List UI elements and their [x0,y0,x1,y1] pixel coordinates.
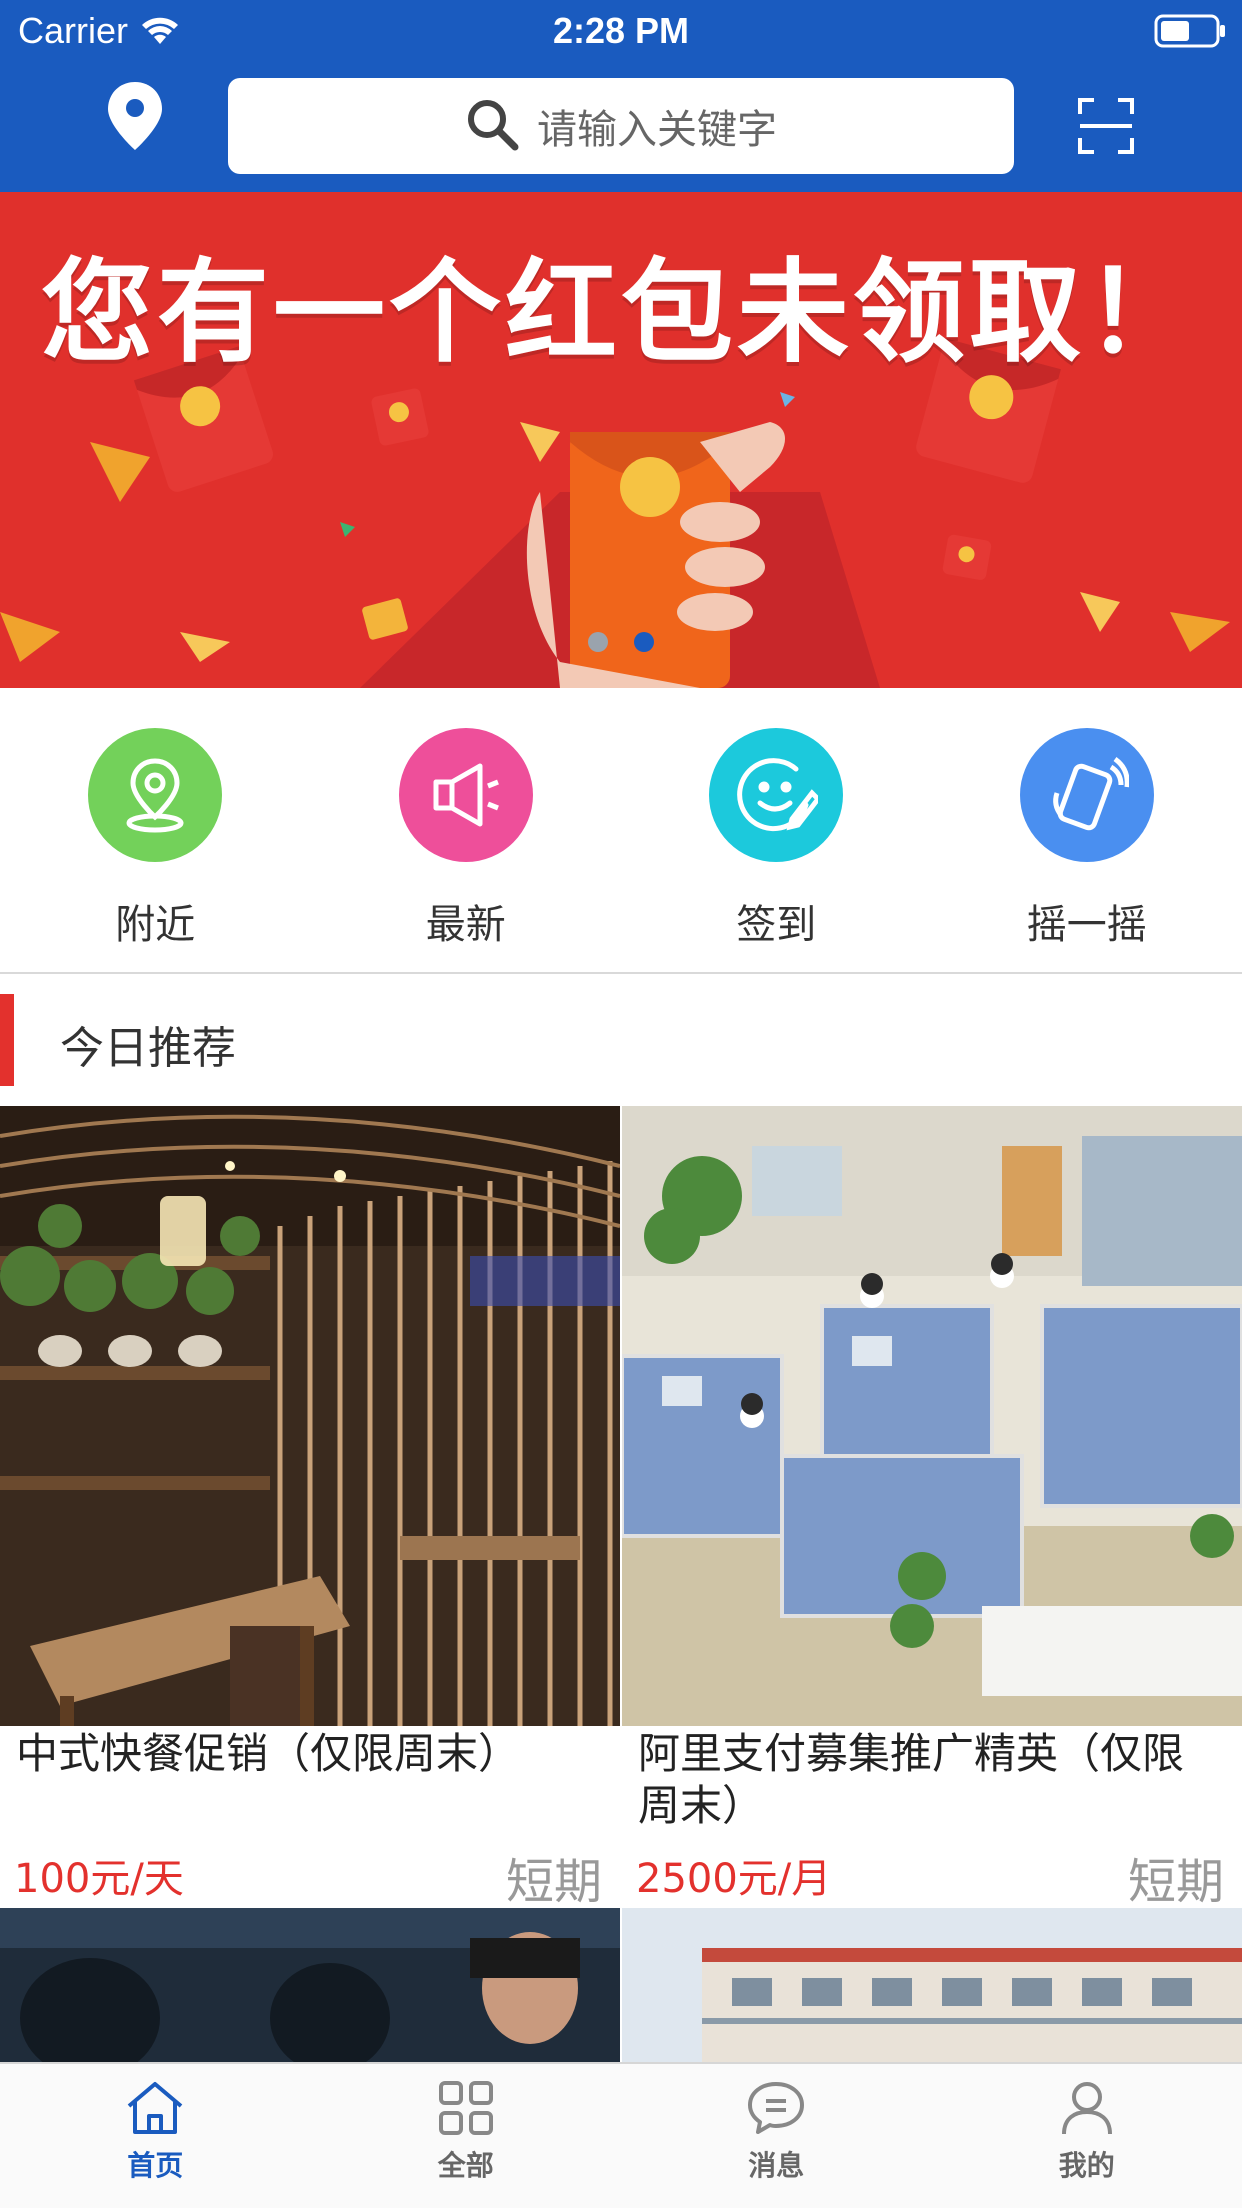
scan-icon[interactable] [1078,98,1134,154]
shake-phone-icon [1019,728,1154,862]
quick-item-latest[interactable]: 最新 [311,688,622,972]
job-term-tag: 短期 [1127,1854,1224,1910]
tab-all[interactable]: 全部 [311,2064,622,2208]
quick-item-label: 最新 [425,902,506,948]
tab-profile[interactable]: 我的 [932,2064,1242,2208]
section-title: 今日推荐 [60,1023,236,1074]
carousel-indicator [0,632,1242,652]
quick-item-label: 签到 [736,902,817,948]
smiley-pen-icon [709,728,844,862]
search-icon [465,97,519,155]
section-accent-bar [0,994,14,1086]
quick-item-label: 附近 [115,902,196,948]
restaurant-photo [0,1106,620,1726]
promo-banner[interactable]: 您有一个红包未领取！ [0,192,1242,688]
carousel-dot[interactable] [588,632,608,652]
megaphone-icon [398,728,533,862]
tab-label: 消息 [748,2149,805,2182]
job-title: 中式快餐促销（仅限周末） [16,1729,521,1778]
job-card-partial[interactable] [0,1908,620,2062]
status-bar: Carrier 2:28 PM [0,0,1242,62]
recommendation-grid: 中式快餐促销（仅限周末） 100元/天 短期 阿里支付募集推广精英（仅限周末） … [0,1106,1242,2062]
job-salary: 100元/天 [14,1856,184,1902]
bottom-tab-bar: 首页 全部 消息 我的 [0,2062,1242,2208]
status-time: 2:28 PM [552,10,690,51]
tab-label: 我的 [1058,2149,1115,2182]
job-card[interactable]: 中式快餐促销（仅限周末） 100元/天 短期 [0,1106,620,1910]
section-header: 今日推荐 [0,994,1242,1086]
quick-item-checkin[interactable]: 签到 [621,688,932,972]
chat-bubble-icon [748,2082,805,2134]
user-icon [1061,2082,1112,2135]
search-input[interactable]: 请输入关键字 [228,78,1014,174]
home-icon [127,2082,183,2134]
tab-label: 全部 [437,2149,494,2182]
app-header: Carrier 2:28 PM 请输入关键字 [0,0,1242,192]
tab-label: 首页 [127,2149,184,2182]
banner-headline: 您有一个红包未领取！ [41,248,1201,378]
building-photo [622,1908,1242,2062]
job-title: 阿里支付募集推广精英（仅限周末） [638,1729,1185,1830]
job-salary: 2500元/月 [636,1856,832,1902]
tab-messages[interactable]: 消息 [621,2064,932,2208]
search-placeholder: 请输入关键字 [537,107,777,153]
job-term-tag: 短期 [505,1854,602,1910]
quick-menu: 附近 最新 签到 摇一摇 [0,688,1242,974]
job-card[interactable]: 阿里支付募集推广精英（仅限周末） 2500元/月 短期 [622,1106,1242,1910]
office-photo [622,1106,1242,1726]
grid-icon [438,2081,493,2135]
quick-item-shake[interactable]: 摇一摇 [932,688,1242,972]
tab-home[interactable]: 首页 [0,2064,311,2208]
location-pin-icon[interactable] [104,80,166,152]
carousel-dot-active[interactable] [634,632,654,652]
workshop-photo [0,1908,620,2062]
job-card-partial[interactable] [622,1908,1242,2062]
quick-item-label: 摇一摇 [1026,902,1147,948]
battery-icon [1154,14,1226,48]
quick-item-nearby[interactable]: 附近 [0,688,311,972]
location-pin-icon [88,728,223,862]
